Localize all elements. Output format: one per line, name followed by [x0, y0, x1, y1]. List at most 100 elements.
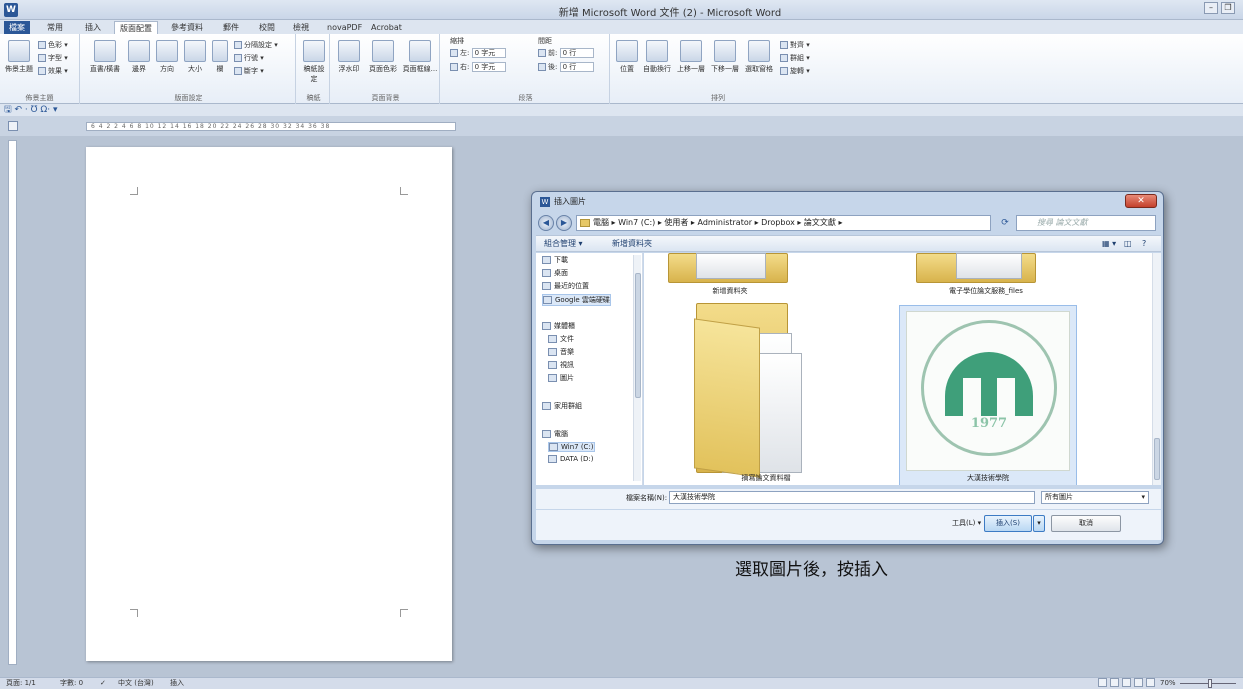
address-bar[interactable]: 電腦 ▸ Win7 (C:) ▸ 使用者 ▸ Administrator ▸ D… [576, 215, 991, 231]
tab-home[interactable]: 常用 [42, 21, 68, 34]
word-count[interactable]: 字數: 0 [60, 678, 83, 689]
view-options-icon[interactable]: ▦ ▾ [1102, 236, 1116, 252]
outline-icon[interactable] [1134, 678, 1143, 687]
breaks-button[interactable]: 分隔設定 ▾ [234, 40, 278, 50]
tab-references[interactable]: 參考資料 [166, 21, 208, 34]
horizontal-ruler[interactable]: 6 4 2 2 4 6 8 10 12 14 16 18 20 22 24 26… [86, 122, 456, 131]
selection-pane-button[interactable]: 選取窗格 [742, 40, 776, 74]
insert-dropdown-button[interactable]: ▾ [1033, 515, 1045, 532]
forward-arrow-icon[interactable]: ▶ [556, 215, 572, 231]
size-button[interactable]: 大小 [182, 40, 208, 74]
vertical-ruler[interactable] [8, 140, 17, 665]
nav-item-desktop[interactable]: 桌面 [542, 268, 568, 278]
tab-file[interactable]: 檔案 [4, 21, 30, 34]
rotate-button[interactable]: 旋轉 ▾ [780, 66, 810, 76]
nav-item-recent[interactable]: 最近的位置 [542, 281, 589, 291]
quick-access-toolbar[interactable]: 🖫 ↶ · Ʊ Ω· ▾ [0, 104, 1243, 116]
nav-item-pictures[interactable]: 圖片 [548, 373, 574, 383]
close-icon[interactable]: ✕ [1125, 194, 1157, 208]
breadcrumb[interactable]: 電腦 ▸ Win7 (C:) ▸ 使用者 ▸ Administrator ▸ D… [593, 218, 843, 227]
tab-selector-icon[interactable] [8, 121, 18, 131]
nav-item-label: 桌面 [554, 269, 568, 277]
nav-scroll-thumb[interactable] [635, 273, 641, 398]
spacing-after-input[interactable]: 0 行 [559, 62, 594, 72]
position-button[interactable]: 位置 [614, 40, 640, 74]
paper-setup-button[interactable]: 稿紙設定 [301, 40, 327, 84]
watermark-button[interactable]: 浮水印 [334, 40, 364, 74]
align-label: 對齊 ▾ [790, 41, 810, 49]
tab-mailings[interactable]: 郵件 [218, 21, 244, 34]
print-layout-icon[interactable] [1098, 678, 1107, 687]
filetype-value: 所有圖片 [1045, 493, 1073, 501]
align-button[interactable]: 對齊 ▾ [780, 40, 810, 50]
search-input[interactable]: 搜尋 論文文獻 [1016, 215, 1156, 231]
web-layout-icon[interactable] [1122, 678, 1131, 687]
nav-item-downloads[interactable]: 下載 [542, 255, 568, 265]
file-scrollbar[interactable] [1152, 253, 1161, 485]
bring-forward-button[interactable]: 上移一層 [674, 40, 708, 74]
file-scroll-thumb[interactable] [1154, 438, 1160, 480]
filename-input[interactable]: 大漢技術學院 [669, 491, 1035, 504]
tab-insert[interactable]: 插入 [80, 21, 106, 34]
indent-left-input[interactable]: 0 字元 [471, 48, 506, 58]
filetype-select[interactable]: 所有圖片 ▾ [1041, 491, 1149, 504]
page-color-label: 頁面色彩 [369, 65, 397, 73]
spellcheck-icon[interactable]: ✓ [100, 678, 106, 689]
columns-button[interactable]: 欄 [210, 40, 230, 74]
tab-acrobat[interactable]: Acrobat [366, 21, 407, 34]
nav-item-google-drive[interactable]: Google 雲端硬碟 [542, 294, 611, 306]
insert-mode[interactable]: 插入 [170, 678, 184, 689]
back-arrow-icon[interactable]: ◀ [538, 215, 554, 231]
nav-item-drive-c[interactable]: Win7 (C:) [548, 442, 595, 452]
full-screen-icon[interactable] [1110, 678, 1119, 687]
colors-button[interactable]: 色彩 ▾ [38, 40, 68, 50]
restore-icon[interactable]: ❐ [1221, 2, 1235, 14]
organize-button[interactable]: 組合管理 ▾ [544, 236, 583, 252]
tab-page-layout[interactable]: 版面配置 [114, 21, 158, 34]
hyphenation-button[interactable]: 斷字 ▾ [234, 66, 264, 76]
help-icon[interactable]: ? [1142, 236, 1146, 252]
margins-button[interactable]: 邊界 [126, 40, 152, 74]
send-backward-button[interactable]: 下移一層 [708, 40, 742, 74]
group-objects-button[interactable]: 群組 ▾ [780, 53, 810, 63]
wrap-text-button[interactable]: 自動換行 [640, 40, 674, 74]
effects-button[interactable]: 效果 ▾ [38, 66, 68, 76]
page-color-button[interactable]: 頁面色彩 [366, 40, 400, 74]
nav-item-label: Win7 (C:) [561, 443, 594, 451]
google-drive-icon [543, 296, 552, 304]
nav-item-drive-d[interactable]: DATA (D:) [548, 455, 593, 463]
fonts-button[interactable]: 字型 ▾ [38, 53, 68, 63]
zoom-slider-handle[interactable] [1208, 679, 1212, 688]
spacing-before-input[interactable]: 0 行 [559, 48, 594, 58]
text-direction-button[interactable]: 直書/橫書 [86, 40, 124, 74]
minimize-icon[interactable]: – [1204, 2, 1218, 14]
language[interactable]: 中文 (台灣) [118, 678, 154, 689]
tab-view[interactable]: 檢視 [288, 21, 314, 34]
preview-pane-icon[interactable]: ◫ [1124, 236, 1132, 252]
nav-item-video[interactable]: 視訊 [548, 360, 574, 370]
page-count[interactable]: 頁面: 1/1 [6, 678, 36, 689]
cancel-button[interactable]: 取消 [1051, 515, 1121, 532]
tab-review[interactable]: 校閱 [254, 21, 280, 34]
document-page[interactable] [86, 147, 452, 661]
line-numbers-button[interactable]: 行號 ▾ [234, 53, 264, 63]
nav-item-libraries[interactable]: 媒體櫃 [542, 321, 575, 331]
nav-item-computer[interactable]: 電腦 [542, 429, 568, 439]
nav-item-homegroup[interactable]: 家用群組 [542, 401, 582, 411]
tab-novapdf[interactable]: novaPDF [322, 21, 367, 34]
tools-button[interactable]: 工具(L) ▾ [952, 518, 981, 528]
themes-button[interactable]: 佈景主題 [4, 40, 34, 74]
nav-item-music[interactable]: 音樂 [548, 347, 574, 357]
indent-right-input[interactable]: 0 字元 [471, 62, 506, 72]
school-logo-image[interactable]: 1977 [906, 311, 1070, 471]
word-app-icon[interactable]: W [4, 3, 18, 17]
nav-item-documents[interactable]: 文件 [548, 334, 574, 344]
insert-button[interactable]: 插入(S) [984, 515, 1032, 532]
refresh-icon[interactable]: ⟳ [996, 215, 1014, 231]
zoom-level[interactable]: 70% [1160, 678, 1176, 689]
page-borders-button[interactable]: 頁面框線... [402, 40, 438, 74]
new-folder-button[interactable]: 新增資料夾 [612, 236, 652, 252]
orientation-button[interactable]: 方向 [154, 40, 180, 74]
nav-scrollbar[interactable] [633, 255, 641, 481]
draft-icon[interactable] [1146, 678, 1155, 687]
